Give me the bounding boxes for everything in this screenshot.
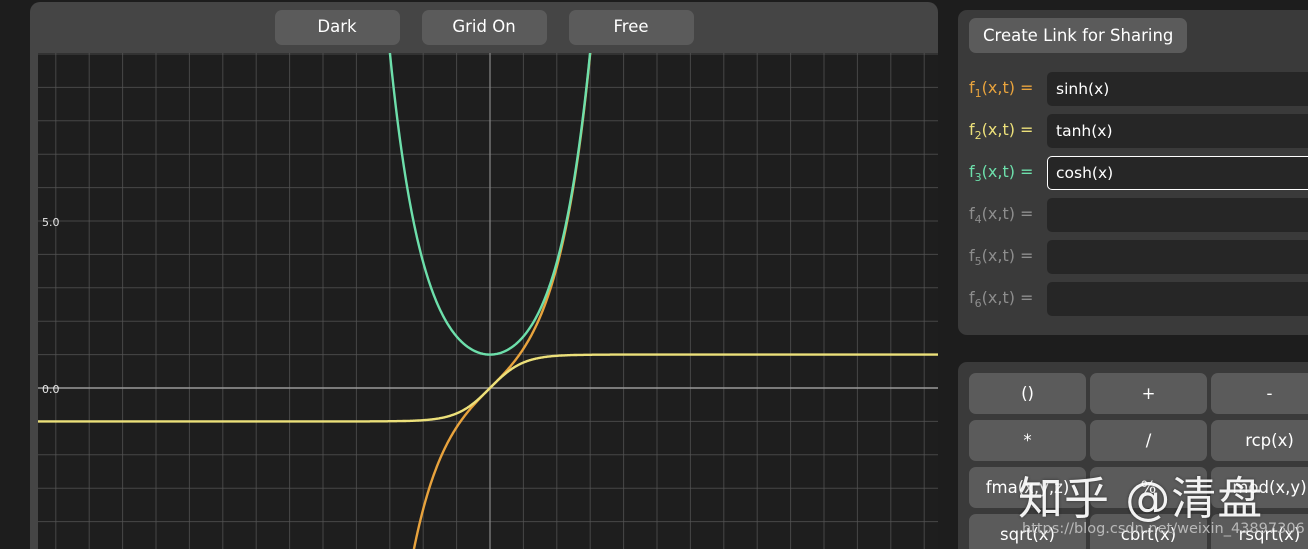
keypad-row-1: () + - xyxy=(969,373,1308,414)
y-tick-label: 5.0 xyxy=(42,216,60,229)
formula-row-3: f3(x,t) = xyxy=(958,156,1308,190)
keypad-row-3: fma(x,y,z)% mod(x,y) xyxy=(969,467,1308,508)
right-column: Create Link for Sharing f1(x,t) = f2(x,t)… xyxy=(958,2,1308,549)
plot-canvas[interactable]: 5.0 0.0 xyxy=(38,53,938,549)
key-minus[interactable]: - xyxy=(1211,373,1308,414)
formula-input-6[interactable] xyxy=(1047,282,1308,316)
formula-label-1: f1(x,t) = xyxy=(969,77,1034,101)
key-fma[interactable]: fma(x,y,z) xyxy=(969,467,1086,508)
formula-label-5: f5(x,t) = xyxy=(969,245,1034,269)
formula-label-6: f6(x,t) = xyxy=(969,287,1034,311)
formula-row-6: f6(x,t) = xyxy=(958,282,1308,316)
key-parens[interactable]: () xyxy=(969,373,1086,414)
plot-panel: Dark Grid On Free 5.0 0.0 xyxy=(30,2,938,549)
scale-mode-button[interactable]: Free xyxy=(568,10,694,45)
formula-row-5: f5(x,t) = xyxy=(958,240,1308,274)
plot-toolbar: Dark Grid On Free xyxy=(30,10,938,45)
app-root: Dark Grid On Free 5.0 0.0 Create Link for… xyxy=(0,0,1308,549)
y-tick-label: 0.0 xyxy=(42,383,60,396)
formula-input-3[interactable] xyxy=(1047,156,1308,190)
key-rcp[interactable]: rcp(x) xyxy=(1211,420,1308,461)
formula-input-4[interactable] xyxy=(1047,198,1308,232)
formula-card: Create Link for Sharing f1(x,t) = f2(x,t)… xyxy=(958,10,1308,335)
key-rsqrt[interactable]: rsqrt(x) xyxy=(1211,514,1308,549)
formula-input-5[interactable] xyxy=(1047,240,1308,274)
formula-input-1[interactable] xyxy=(1047,72,1308,106)
keypad-row-4: sqrt(x) cbrt(x) rsqrt(x) xyxy=(969,514,1308,549)
key-multiply[interactable]: * xyxy=(969,420,1086,461)
plot-svg: 5.0 0.0 xyxy=(38,53,938,549)
key-mod[interactable]: mod(x,y) xyxy=(1211,467,1308,508)
create-share-link-button[interactable]: Create Link for Sharing xyxy=(969,18,1188,53)
key-cbrt[interactable]: cbrt(x) xyxy=(1090,514,1207,549)
formula-label-2: f2(x,t) = xyxy=(969,119,1034,143)
formula-label-3: f3(x,t) = xyxy=(969,161,1034,185)
formula-row-2: f2(x,t) = xyxy=(958,114,1308,148)
formula-row-1: f1(x,t) = xyxy=(958,72,1308,106)
key-modulo[interactable]: % xyxy=(1090,467,1207,508)
formula-label-4: f4(x,t) = xyxy=(969,203,1034,227)
key-divide[interactable]: / xyxy=(1090,420,1207,461)
theme-toggle-button[interactable]: Dark xyxy=(274,10,400,45)
formula-list: f1(x,t) = f2(x,t) = f3(x,t) = f4(x,t) = f5(x… xyxy=(958,72,1308,324)
key-sqrt[interactable]: sqrt(x) xyxy=(969,514,1086,549)
formula-input-2[interactable] xyxy=(1047,114,1308,148)
formula-row-4: f4(x,t) = xyxy=(958,198,1308,232)
grid-toggle-button[interactable]: Grid On xyxy=(421,10,547,45)
keypad-row-2: * / rcp(x) xyxy=(969,420,1308,461)
plot-background xyxy=(38,53,938,549)
function-keypad: () + - * / rcp(x) fma(x,y,z)% mod(x,y) sqrt(x) cb… xyxy=(969,373,1308,549)
key-plus[interactable]: + xyxy=(1090,373,1207,414)
function-keypad-card: () + - * / rcp(x) fma(x,y,z)% mod(x,y) sqrt(x) cb… xyxy=(958,362,1308,549)
